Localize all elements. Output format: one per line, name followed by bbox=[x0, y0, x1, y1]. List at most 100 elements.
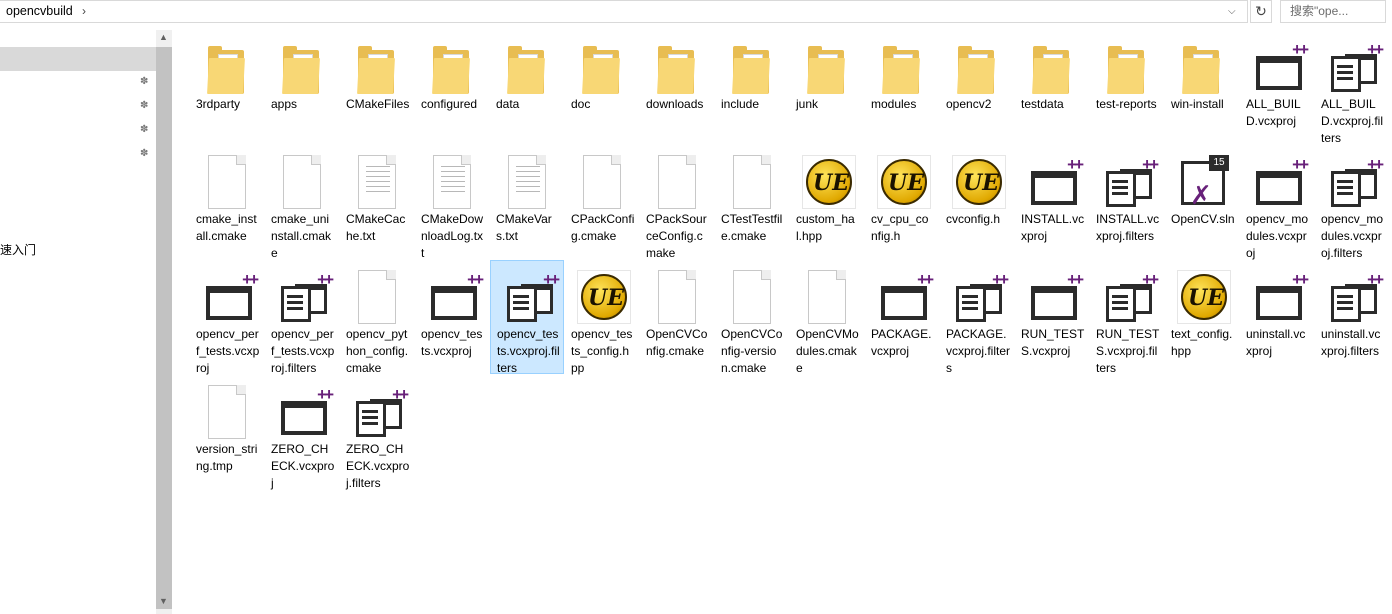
file-name: INSTALL.vcxproj bbox=[1021, 212, 1085, 243]
vcxproj-icon: ++ bbox=[1256, 155, 1309, 209]
file-item[interactable]: cmake_install.cmake bbox=[190, 153, 264, 263]
file-item[interactable]: ++ ZERO_CHECK.vcxproj.filters bbox=[340, 383, 414, 493]
vcxproj-filters-icon: ++ bbox=[1331, 270, 1384, 324]
refresh-button[interactable]: ↻ bbox=[1250, 0, 1272, 23]
file-icon bbox=[733, 155, 771, 209]
file-item[interactable]: test-reports bbox=[1090, 38, 1164, 148]
file-icon bbox=[358, 270, 396, 324]
ultraedit-icon: UE bbox=[952, 155, 1006, 209]
scroll-up-icon[interactable]: ▲ bbox=[159, 32, 168, 42]
address-toolbar: opencvbuild › ⌵ ↻ 搜索"ope... bbox=[0, 0, 1392, 24]
pin-icon[interactable]: ✽ bbox=[140, 76, 152, 88]
nav-selected-item[interactable] bbox=[0, 47, 156, 71]
nav-item-quickstart[interactable]: 速入门 bbox=[0, 241, 36, 258]
file-item[interactable]: downloads bbox=[640, 38, 714, 148]
file-item[interactable]: CPackSourceConfig.cmake bbox=[640, 153, 714, 263]
breadcrumb-opencvbuild[interactable]: opencvbuild bbox=[6, 4, 73, 18]
file-item[interactable]: ++ ALL_BUILD.vcxproj bbox=[1240, 38, 1314, 148]
file-item[interactable]: ++ PACKAGE.vcxproj.filters bbox=[940, 268, 1014, 378]
vcxproj-icon: ++ bbox=[1031, 270, 1084, 324]
file-item[interactable]: ++ PACKAGE.vcxproj bbox=[865, 268, 939, 378]
file-item[interactable]: ++ opencv_tests.vcxproj bbox=[415, 268, 489, 378]
file-item[interactable]: CMakeFiles bbox=[340, 38, 414, 148]
pin-icon[interactable]: ✽ bbox=[140, 100, 152, 112]
file-name: CPackConfig.cmake bbox=[571, 212, 635, 243]
file-item[interactable]: ++ INSTALL.vcxproj bbox=[1015, 153, 1089, 263]
address-dropdown-icon[interactable]: ⌵ bbox=[1228, 6, 1236, 17]
file-item[interactable]: data bbox=[490, 38, 564, 148]
address-bar[interactable]: opencvbuild › ⌵ bbox=[0, 0, 1248, 23]
folder-icon bbox=[732, 46, 770, 94]
file-item[interactable]: win-install bbox=[1165, 38, 1239, 148]
file-item[interactable]: ++ opencv_perf_tests.vcxproj.filters bbox=[265, 268, 339, 378]
vcxproj-icon: ++ bbox=[431, 270, 484, 324]
pin-icon[interactable]: ✽ bbox=[140, 124, 152, 136]
vcxproj-icon: ++ bbox=[1031, 155, 1084, 209]
file-item[interactable]: include bbox=[715, 38, 789, 148]
folder-icon bbox=[282, 46, 320, 94]
file-item[interactable]: ++ INSTALL.vcxproj.filters bbox=[1090, 153, 1164, 263]
file-item[interactable]: CTestTestfile.cmake bbox=[715, 153, 789, 263]
file-item[interactable]: junk bbox=[790, 38, 864, 148]
file-item[interactable]: ++ opencv_perf_tests.vcxproj bbox=[190, 268, 264, 378]
file-item[interactable]: UE cvconfig.h bbox=[940, 153, 1014, 263]
file-item[interactable]: ++ opencv_modules.vcxproj.filters bbox=[1315, 153, 1389, 263]
file-item[interactable]: OpenCVConfig.cmake bbox=[640, 268, 714, 378]
breadcrumb-chevron-icon[interactable]: › bbox=[82, 4, 86, 18]
vcxproj-filters-icon: ++ bbox=[1106, 155, 1159, 209]
file-name: cv_cpu_config.h bbox=[871, 212, 929, 243]
file-item[interactable]: opencv2 bbox=[940, 38, 1014, 148]
file-item[interactable]: modules bbox=[865, 38, 939, 148]
scroll-down-icon[interactable]: ▼ bbox=[159, 596, 168, 606]
file-item[interactable]: ++ uninstall.vcxproj.filters bbox=[1315, 268, 1389, 378]
file-item[interactable]: UE custom_hal.hpp bbox=[790, 153, 864, 263]
file-item[interactable]: ++ opencv_tests.vcxproj.filters bbox=[490, 260, 564, 375]
file-item[interactable]: opencv_python_config.cmake bbox=[340, 268, 414, 378]
file-item[interactable]: ✗ 15 OpenCV.sln bbox=[1165, 153, 1239, 263]
file-item[interactable]: ++ ALL_BUILD.vcxproj.filters bbox=[1315, 38, 1389, 148]
file-item[interactable]: ++ opencv_modules.vcxproj bbox=[1240, 153, 1314, 263]
file-item[interactable]: CMakeCache.txt bbox=[340, 153, 414, 263]
vcxproj-icon: ++ bbox=[881, 270, 934, 324]
file-item[interactable]: OpenCVConfig-version.cmake bbox=[715, 268, 789, 378]
file-name: apps bbox=[271, 97, 298, 111]
file-item[interactable]: ++ uninstall.vcxproj bbox=[1240, 268, 1314, 378]
file-item[interactable]: configured bbox=[415, 38, 489, 148]
file-item[interactable]: CMakeDownloadLog.txt bbox=[415, 153, 489, 263]
file-item[interactable]: 3rdparty bbox=[190, 38, 264, 148]
file-item[interactable]: ++ RUN_TESTS.vcxproj.filters bbox=[1090, 268, 1164, 378]
search-input[interactable]: 搜索"ope... bbox=[1280, 0, 1386, 23]
file-name: ZERO_CHECK.vcxproj bbox=[271, 442, 335, 490]
file-name: configured bbox=[421, 97, 478, 111]
file-item[interactable]: doc bbox=[565, 38, 639, 148]
scrollbar-thumb[interactable] bbox=[156, 47, 172, 609]
nav-scrollbar[interactable]: ▲ ▼ bbox=[156, 30, 172, 614]
file-name: include bbox=[721, 97, 760, 111]
file-item[interactable]: CPackConfig.cmake bbox=[565, 153, 639, 263]
file-item[interactable]: testdata bbox=[1015, 38, 1089, 148]
file-item[interactable]: ++ RUN_TESTS.vcxproj bbox=[1015, 268, 1089, 378]
file-name: OpenCVConfig.cmake bbox=[646, 327, 708, 358]
file-name: opencv_tests.vcxproj bbox=[421, 327, 483, 358]
file-name: downloads bbox=[646, 97, 704, 111]
file-item[interactable]: cmake_uninstall.cmake bbox=[265, 153, 339, 263]
ultraedit-icon: UE bbox=[1177, 270, 1231, 324]
file-name: CMakeVars.txt bbox=[496, 212, 552, 243]
file-item[interactable]: ++ ZERO_CHECK.vcxproj bbox=[265, 383, 339, 493]
folder-icon bbox=[1107, 46, 1145, 94]
file-item[interactable]: apps bbox=[265, 38, 339, 148]
folder-icon bbox=[1032, 46, 1070, 94]
file-name: OpenCVModules.cmake bbox=[796, 327, 859, 375]
file-name: modules bbox=[871, 97, 917, 111]
file-name: text_config.hpp bbox=[1171, 327, 1233, 358]
file-name: uninstall.vcxproj bbox=[1246, 327, 1306, 358]
visual-studio-sln-icon: ✗ 15 bbox=[1177, 155, 1231, 210]
file-item[interactable]: UE cv_cpu_config.h bbox=[865, 153, 939, 263]
file-item[interactable]: UE opencv_tests_config.hpp bbox=[565, 268, 639, 378]
pin-icon[interactable]: ✽ bbox=[140, 148, 152, 160]
file-item[interactable]: CMakeVars.txt bbox=[490, 153, 564, 263]
file-item[interactable]: UE text_config.hpp bbox=[1165, 268, 1239, 378]
file-item[interactable]: version_string.tmp bbox=[190, 383, 264, 493]
file-item[interactable]: OpenCVModules.cmake bbox=[790, 268, 864, 378]
file-icon bbox=[583, 155, 621, 209]
